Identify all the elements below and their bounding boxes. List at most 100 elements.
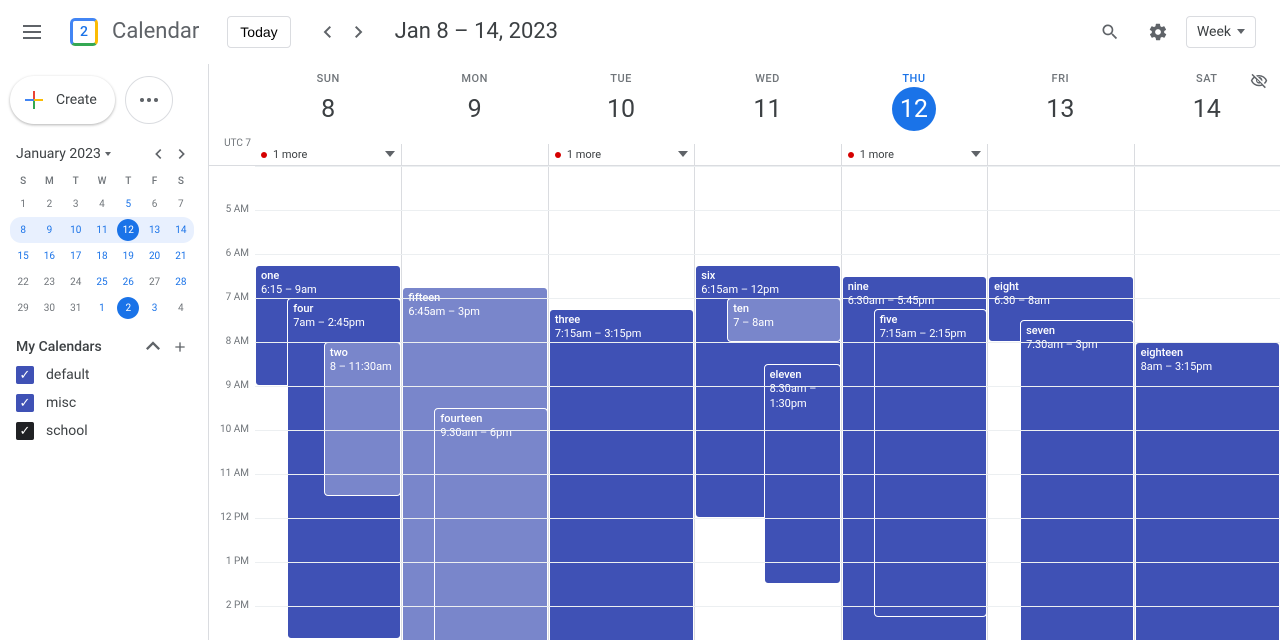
mini-day[interactable]: 3 bbox=[63, 191, 89, 217]
allday-cell[interactable] bbox=[694, 144, 840, 165]
mini-day[interactable]: 6 bbox=[141, 191, 167, 217]
week-nav bbox=[311, 16, 375, 48]
mini-day[interactable]: 4 bbox=[168, 295, 194, 321]
allday-cell[interactable] bbox=[1134, 144, 1280, 165]
mini-day[interactable]: 13 bbox=[141, 217, 167, 243]
allday-cell[interactable]: 1 more bbox=[841, 144, 987, 165]
mini-day[interactable]: 7 bbox=[168, 191, 194, 217]
day-column[interactable]: nine6:30am – 5:45pmfive7:15am – 2:15pm bbox=[841, 166, 987, 640]
chevron-down-icon bbox=[105, 152, 111, 156]
mini-day[interactable]: 4 bbox=[89, 191, 115, 217]
day-header[interactable]: WED11 bbox=[694, 64, 840, 144]
mini-day[interactable]: 20 bbox=[141, 243, 167, 269]
calendar-item[interactable]: ✓misc bbox=[10, 389, 194, 417]
day-header[interactable]: MON9 bbox=[401, 64, 547, 144]
main-menu-button[interactable] bbox=[8, 8, 56, 56]
day-header[interactable]: FRI13 bbox=[987, 64, 1133, 144]
mini-month-picker[interactable]: January 2023 bbox=[16, 146, 111, 162]
mini-day[interactable]: 27 bbox=[141, 269, 167, 295]
mini-dow: T bbox=[63, 172, 89, 191]
mini-day[interactable]: 29 bbox=[10, 295, 36, 321]
event[interactable]: two8 – 11:30am bbox=[324, 342, 402, 496]
allday-cell[interactable] bbox=[987, 144, 1133, 165]
mini-day[interactable]: 14 bbox=[168, 217, 194, 243]
event-time: 7:15am – 3:15pm bbox=[555, 327, 688, 341]
mini-day[interactable]: 26 bbox=[115, 269, 141, 295]
mini-day[interactable]: 11 bbox=[89, 217, 115, 243]
day-header[interactable]: TUE10 bbox=[548, 64, 694, 144]
calendar-item[interactable]: ✓default bbox=[10, 361, 194, 389]
day-header[interactable]: THU12 bbox=[841, 64, 987, 144]
mini-day[interactable]: 17 bbox=[63, 243, 89, 269]
view-switcher[interactable]: Week bbox=[1186, 16, 1256, 48]
mini-prev-button[interactable] bbox=[146, 142, 170, 166]
calendar-item[interactable]: ✓school bbox=[10, 417, 194, 445]
mini-day[interactable]: 16 bbox=[36, 243, 62, 269]
add-calendar-icon[interactable] bbox=[172, 339, 188, 355]
day-column[interactable]: eight6:30 – 8amseven7:30am – 3pm bbox=[987, 166, 1133, 640]
prev-week-button[interactable] bbox=[311, 16, 343, 48]
event-time: 7:15am – 2:15pm bbox=[880, 327, 981, 341]
mini-day[interactable]: 21 bbox=[168, 243, 194, 269]
settings-button[interactable] bbox=[1138, 12, 1178, 52]
mini-dow: W bbox=[89, 172, 115, 191]
today-button[interactable]: Today bbox=[227, 16, 290, 48]
more-button[interactable] bbox=[125, 76, 173, 124]
day-of-week: SAT bbox=[1196, 72, 1217, 85]
event[interactable]: seven7:30am – 3pm bbox=[1020, 320, 1133, 640]
mini-day[interactable]: 2 bbox=[115, 295, 141, 321]
expand-allday-button[interactable] bbox=[971, 149, 981, 160]
day-column[interactable]: six6:15am – 12pmten7 – 8ameleven8:30am –… bbox=[694, 166, 840, 640]
date-range[interactable]: Jan 8 – 14, 2023 bbox=[395, 19, 558, 44]
mini-day[interactable]: 19 bbox=[115, 243, 141, 269]
day-column[interactable]: three7:15am – 3:15pm bbox=[548, 166, 694, 640]
mini-day[interactable]: 23 bbox=[36, 269, 62, 295]
create-button[interactable]: Create bbox=[10, 76, 115, 124]
mini-day[interactable]: 1 bbox=[10, 191, 36, 217]
mini-day[interactable]: 2 bbox=[36, 191, 62, 217]
day-header[interactable]: SUN8 bbox=[255, 64, 401, 144]
day-column[interactable]: one6:15 – 9amfour7am – 2:45pmtwo8 – 11:3… bbox=[255, 166, 401, 640]
mini-day[interactable]: 1 bbox=[89, 295, 115, 321]
day-column[interactable]: eighteen8am – 3:15pm bbox=[1134, 166, 1280, 640]
event[interactable]: five7:15am – 2:15pm bbox=[874, 309, 987, 617]
event[interactable]: ten7 – 8am bbox=[727, 298, 840, 342]
allday-cell[interactable]: 1 more bbox=[255, 144, 401, 165]
my-calendars-header[interactable]: My Calendars bbox=[10, 333, 194, 361]
logo[interactable]: 2 Calendar bbox=[64, 12, 199, 52]
mini-day[interactable]: 10 bbox=[63, 217, 89, 243]
more-label: 1 more bbox=[567, 148, 601, 161]
mini-day[interactable]: 15 bbox=[10, 243, 36, 269]
create-label: Create bbox=[56, 92, 97, 108]
mini-day[interactable]: 22 bbox=[10, 269, 36, 295]
mini-day[interactable]: 31 bbox=[63, 295, 89, 321]
mini-day[interactable]: 18 bbox=[89, 243, 115, 269]
mini-day[interactable]: 28 bbox=[168, 269, 194, 295]
event-title: six bbox=[701, 269, 834, 283]
mini-day[interactable]: 8 bbox=[10, 217, 36, 243]
chevron-up-icon bbox=[146, 339, 160, 353]
hour-label: 5 AM bbox=[209, 204, 255, 248]
mini-day[interactable]: 3 bbox=[141, 295, 167, 321]
day-number: 8 bbox=[306, 87, 350, 131]
mini-day[interactable]: 5 bbox=[115, 191, 141, 217]
sidebar: Create January 2023 SMTWTFS1234567891011… bbox=[0, 64, 208, 640]
event-title: nine bbox=[848, 280, 981, 294]
mini-next-button[interactable] bbox=[170, 142, 194, 166]
mini-day[interactable]: 25 bbox=[89, 269, 115, 295]
allday-cell[interactable]: 1 more bbox=[548, 144, 694, 165]
calendar-label: default bbox=[46, 367, 90, 383]
mini-day[interactable]: 30 bbox=[36, 295, 62, 321]
expand-allday-button[interactable] bbox=[385, 149, 395, 160]
hour-label: 6 AM bbox=[209, 248, 255, 292]
mini-day[interactable]: 24 bbox=[63, 269, 89, 295]
hidden-events-icon[interactable] bbox=[1250, 72, 1268, 94]
next-week-button[interactable] bbox=[343, 16, 375, 48]
mini-day[interactable]: 9 bbox=[36, 217, 62, 243]
header: 2 Calendar Today Jan 8 – 14, 2023 Week bbox=[0, 0, 1280, 64]
day-column[interactable]: fifteen6:45am – 3pmfourteen9:30am – 6pm bbox=[401, 166, 547, 640]
expand-allday-button[interactable] bbox=[678, 149, 688, 160]
allday-cell[interactable] bbox=[401, 144, 547, 165]
mini-day[interactable]: 12 bbox=[115, 217, 141, 243]
search-button[interactable] bbox=[1090, 12, 1130, 52]
